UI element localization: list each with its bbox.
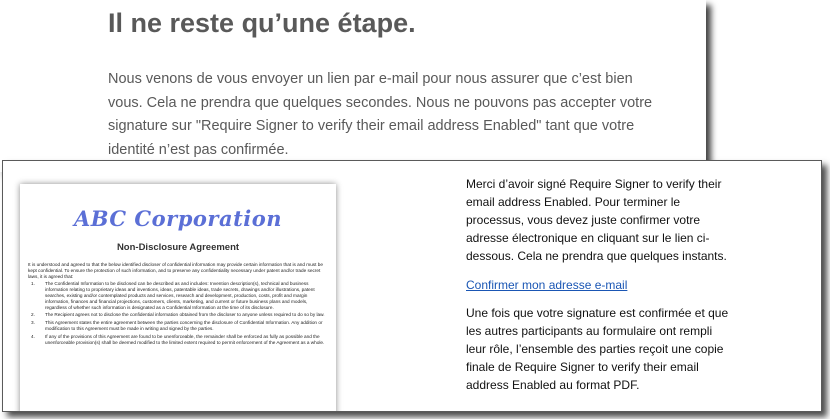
document-clause: 2. The Recipient agrees not to disclose … (28, 312, 328, 318)
document-clause: 4. If any of the provisions of this Agre… (28, 334, 328, 346)
clause-text: The Recipient agrees not to disclose the… (45, 312, 325, 318)
clause-text: The Confidential Information to be discl… (45, 281, 315, 310)
company-logo: ABC Corporation (73, 206, 283, 231)
document-heading: Non-Disclosure Agreement (116, 242, 240, 253)
clause-number: 4. (31, 333, 35, 339)
email-body: Merci d’avoir signé Require Signer to ve… (466, 175, 734, 394)
clause-number: 2. (31, 312, 35, 318)
document-clause: 3. This Agreement states the entire agre… (28, 320, 328, 332)
clause-number: 3. (31, 320, 35, 326)
document-text: It is understood and agreed to that the … (28, 262, 328, 347)
email-preview: ABC Corporation Non-Disclosure Agreement… (2, 160, 822, 412)
clause-text: This Agreement states the entire agreeme… (45, 320, 323, 331)
clause-number: 1. (31, 281, 35, 287)
email-paragraph-next-steps: Une fois que votre signature est confirm… (466, 306, 729, 392)
document-clause: 1. The Confidential Information to be di… (28, 281, 328, 310)
document-intro: It is understood and agreed to that the … (28, 262, 323, 279)
email-paragraph-thanks: Merci d’avoir signé Require Signer to ve… (466, 177, 727, 263)
clause-text: If any of the provisions of this Agreeme… (45, 333, 325, 345)
confirm-email-link[interactable]: Confirmer mon adresse e-mail (466, 276, 734, 294)
confirmation-page: Il ne reste qu’une étape. Nous venons de… (0, 0, 706, 172)
document-thumbnail: ABC Corporation Non-Disclosure Agreement… (20, 184, 336, 411)
page-title: Il ne reste qu’une étape. (108, 8, 416, 38)
page-message: Nous venons de vous envoyer un lien par … (108, 71, 653, 158)
